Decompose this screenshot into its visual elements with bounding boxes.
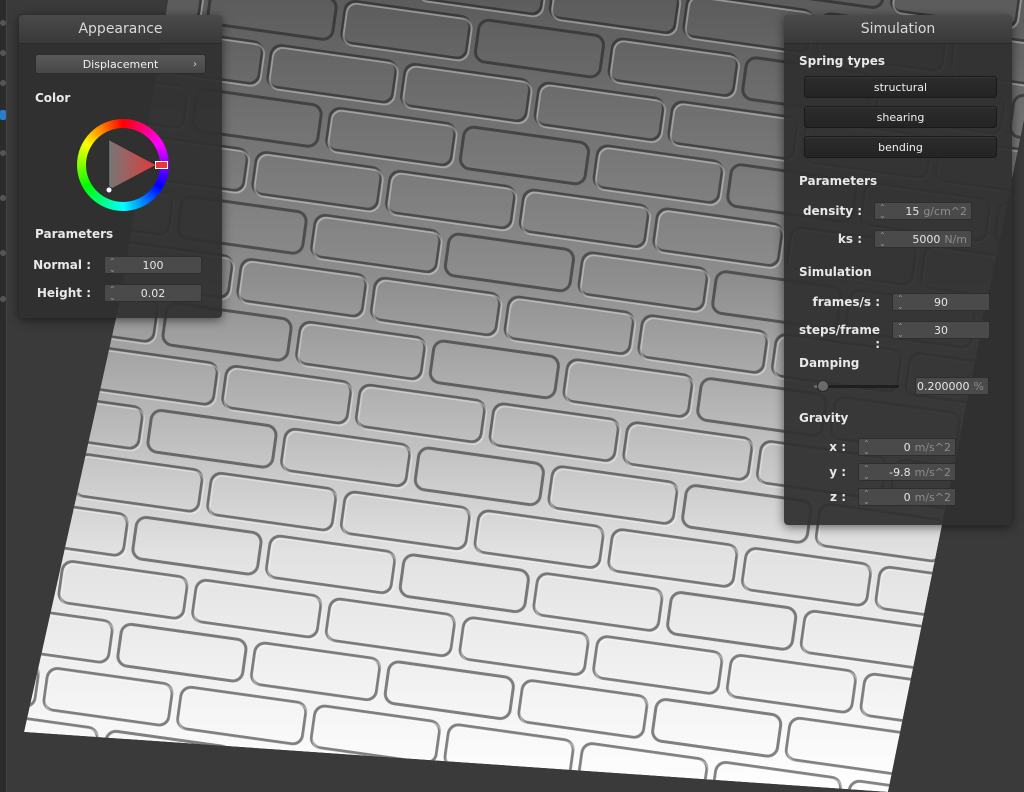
steps-input[interactable]: ⌃ ⌄ 30	[892, 321, 990, 339]
damping-value: 0.200000	[917, 380, 970, 393]
damping-slider[interactable]	[814, 380, 899, 392]
density-input[interactable]: ⌃ ⌄ 15 g/cm^2	[874, 202, 972, 220]
damping-title: Damping	[799, 356, 860, 370]
spinner-arrows-icon[interactable]: ⌃ ⌄	[863, 464, 870, 481]
gravity-x-label: x :	[829, 440, 846, 454]
simulation-panel: Simulation Spring types structural shear…	[784, 15, 1012, 525]
damping-input[interactable]: 0.200000%	[915, 377, 989, 395]
damping-unit: %	[973, 380, 984, 393]
normal-input[interactable]: ⌃ ⌄ 100	[104, 256, 202, 274]
color-picker-knob	[105, 186, 113, 194]
steps-value: 30	[934, 324, 948, 337]
bending-toggle[interactable]: bending	[804, 136, 997, 158]
fps-input[interactable]: ⌃ ⌄ 90	[892, 293, 990, 311]
appearance-panel: Appearance Displacement › Color Paramete…	[19, 15, 222, 318]
slider-knob-icon[interactable]	[816, 380, 829, 392]
shader-select-label: Displacement	[82, 58, 159, 71]
gravity-x-input[interactable]: ⌃ ⌄ 0 m/s^2	[858, 438, 956, 456]
normal-value: 100	[142, 259, 164, 272]
gravity-z-value: 0	[903, 491, 911, 504]
gravity-z-input[interactable]: ⌃ ⌄ 0 m/s^2	[858, 488, 956, 506]
appearance-params-title: Parameters	[35, 227, 114, 241]
appearance-panel-title: Appearance	[19, 15, 222, 44]
gravity-y-input[interactable]: ⌃ ⌄ -9.8 m/s^2	[858, 463, 956, 481]
fps-value: 90	[934, 296, 948, 309]
sim-params-title: Parameters	[799, 174, 878, 188]
density-label: density :	[802, 204, 862, 218]
height-value: 0.02	[140, 287, 166, 300]
shearing-toggle[interactable]: shearing	[804, 106, 997, 128]
fps-label: frames/s :	[812, 295, 880, 309]
density-value: 15	[905, 205, 920, 218]
structural-toggle[interactable]: structural	[804, 76, 997, 98]
sim-section-title: Simulation	[799, 265, 872, 279]
height-label: Height :	[36, 286, 91, 300]
ks-input[interactable]: ⌃ ⌄ 5000 N/m	[874, 230, 972, 248]
gravity-z-label: z :	[830, 490, 846, 504]
gravity-y-label: y :	[829, 465, 846, 479]
shader-select-button[interactable]: Displacement ›	[35, 54, 206, 74]
chevron-right-icon: ›	[193, 59, 197, 70]
ks-unit: N/m	[944, 233, 967, 246]
simulation-panel-title: Simulation	[784, 15, 1012, 44]
density-unit: g/cm^2	[923, 205, 967, 218]
color-section-title: Color	[35, 91, 71, 105]
gravity-y-unit: m/s^2	[914, 466, 951, 479]
color-wheel[interactable]	[77, 119, 169, 211]
spinner-arrows-icon[interactable]: ⌃ ⌄	[863, 489, 870, 506]
spring-types-title: Spring types	[799, 54, 886, 68]
gravity-z-unit: m/s^2	[914, 491, 951, 504]
gravity-y-value: -9.8	[889, 466, 911, 479]
normal-label: Normal :	[33, 258, 91, 272]
spinner-arrows-icon[interactable]: ⌃ ⌄	[879, 203, 886, 220]
gravity-x-value: 0	[903, 441, 911, 454]
gravity-title: Gravity	[799, 411, 849, 425]
ks-label: ks :	[837, 232, 862, 246]
steps-label: steps/frame :	[798, 323, 880, 351]
spinner-arrows-icon[interactable]: ⌃ ⌄	[879, 231, 886, 248]
height-input[interactable]: ⌃ ⌄ 0.02	[104, 284, 202, 302]
hue-selector-handle[interactable]	[155, 161, 168, 169]
gravity-x-unit: m/s^2	[914, 441, 951, 454]
spinner-arrows-icon[interactable]: ⌃ ⌄	[863, 439, 870, 456]
ks-value: 5000	[912, 233, 941, 246]
